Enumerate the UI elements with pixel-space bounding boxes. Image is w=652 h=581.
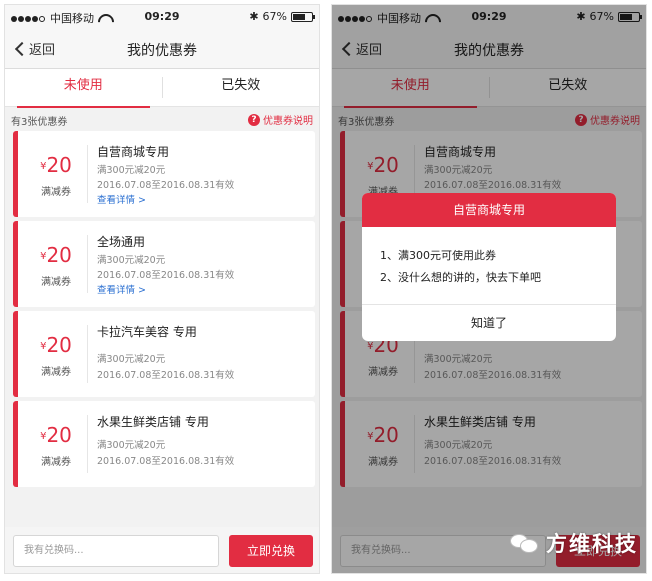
dialog-title: 自营商城专用: [362, 193, 616, 227]
coupon-stripe: [13, 401, 18, 487]
page-title: 我的优惠券: [127, 43, 197, 59]
coupon-card[interactable]: ¥20 满减券 全场通用 满300元减20元 2016.07.08至2016.0…: [13, 221, 315, 307]
coupon-card[interactable]: ¥20 满减券 卡拉汽车美容 专用 满300元减20元 2016.07.08至2…: [13, 311, 315, 397]
coupon-divider: [87, 145, 88, 203]
question-icon: ?: [248, 113, 260, 126]
battery-icon: [291, 11, 315, 22]
coupon-title: 自营商城专用: [97, 145, 170, 159]
watermark: 方维科技: [510, 528, 638, 558]
coupon-validity: 2016.07.08至2016.08.31有效: [97, 270, 235, 281]
battery-percent: 67%: [262, 10, 287, 23]
coupon-detail-dialog: 自营商城专用 1、满300元可使用此券 2、没什么想的讲的，快去下单吧 知道了: [362, 193, 616, 341]
redeem-code-input[interactable]: 我有兑换码...: [13, 535, 219, 567]
dialog-body: 1、满300元可使用此券 2、没什么想的讲的，快去下单吧: [362, 227, 616, 305]
coupon-value: 20: [46, 333, 72, 357]
dialog-ok-button[interactable]: 知道了: [362, 305, 616, 341]
coupon-details-link[interactable]: 查看详情 >: [97, 192, 146, 206]
coupon-value: 20: [46, 423, 72, 447]
tab-bar: 未使用 已失效: [5, 69, 320, 108]
coupon-type: 满减券: [41, 367, 71, 378]
redeem-bar: 我有兑换码... 立即兑换: [5, 527, 319, 573]
tab-expired[interactable]: 已失效: [163, 69, 320, 106]
coupon-card[interactable]: ¥20 满减券 自营商城专用 满300元减20元 2016.07.08至2016…: [13, 131, 315, 217]
coupon-amount: ¥20: [31, 333, 81, 357]
status-bar: 中国移动 09:29 ✱ 67%: [5, 5, 319, 29]
coupon-count: 有3张优惠券: [11, 117, 68, 128]
coupon-validity: 2016.07.08至2016.08.31有效: [97, 370, 235, 381]
coupon-value: 20: [46, 153, 72, 177]
coupon-rule: 满300元减20元: [97, 165, 166, 176]
coupon-title: 水果生鲜类店铺 专用: [97, 415, 209, 429]
nav-bar: 返回 我的优惠券: [5, 29, 319, 69]
coupon-rule: 满300元减20元: [97, 440, 166, 451]
coupon-help-label: 优惠券说明: [263, 116, 313, 127]
bluetooth-icon: ✱: [249, 10, 259, 23]
coupon-stripe: [13, 221, 18, 307]
phone-screen-left: 中国移动 09:29 ✱ 67% 返回 我的优惠券 未使用 已失效 有3张优惠券…: [4, 4, 320, 574]
coupon-card[interactable]: ¥20 满减券 水果生鲜类店铺 专用 满300元减20元 2016.07.08至…: [13, 401, 315, 487]
coupon-stripe: [13, 131, 18, 217]
coupon-divider: [87, 325, 88, 383]
coupon-stripe: [13, 311, 18, 397]
coupon-rule: 满300元减20元: [97, 354, 166, 365]
coupon-type: 满减券: [41, 187, 71, 198]
coupon-divider: [87, 235, 88, 293]
coupon-title: 全场通用: [97, 235, 146, 249]
coupon-type: 满减券: [41, 457, 71, 468]
redeem-button[interactable]: 立即兑换: [229, 535, 313, 567]
dialog-line: 1、满300元可使用此券: [380, 249, 496, 262]
tab-unused[interactable]: 未使用: [5, 69, 162, 108]
phone-screen-right: 中国移动 09:29 ✱ 67% 返回 我的优惠券 未使用 已失效 有3张优惠券…: [331, 4, 647, 574]
coupon-validity: 2016.07.08至2016.08.31有效: [97, 456, 235, 467]
coupon-title: 卡拉汽车美容 专用: [97, 325, 197, 339]
coupon-rule: 满300元减20元: [97, 255, 166, 266]
coupon-value: 20: [46, 243, 72, 267]
coupon-validity: 2016.07.08至2016.08.31有效: [97, 180, 235, 191]
coupon-divider: [87, 415, 88, 473]
watermark-text: 方维科技: [546, 532, 638, 556]
coupon-amount: ¥20: [31, 243, 81, 267]
coupon-amount: ¥20: [31, 423, 81, 447]
coupon-type: 满减券: [41, 277, 71, 288]
coupon-help-link[interactable]: ? 优惠券说明: [248, 112, 313, 127]
dialog-line: 2、没什么想的讲的，快去下单吧: [380, 271, 541, 284]
coupon-info-bar: 有3张优惠券 ? 优惠券说明: [5, 109, 319, 129]
coupon-details-link[interactable]: 查看详情 >: [97, 282, 146, 296]
coupon-amount: ¥20: [31, 153, 81, 177]
wechat-logo-icon: [510, 532, 540, 554]
